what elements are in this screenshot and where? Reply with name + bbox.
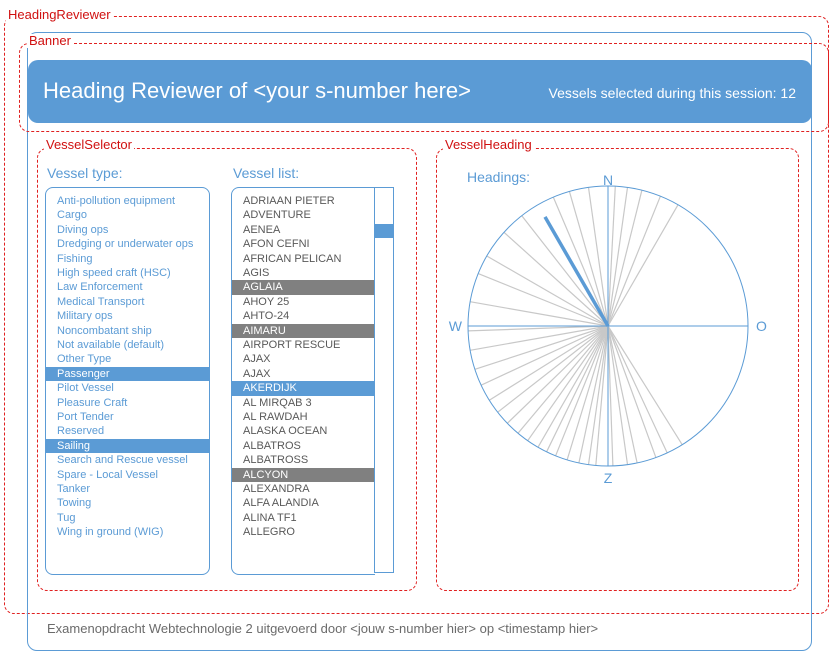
vessel-list-item[interactable]: ALINA TF1 <box>232 511 375 525</box>
vessel-list-item[interactable]: AHTO-24 <box>232 309 375 323</box>
heading-line <box>474 325 609 370</box>
heading-line <box>607 195 661 327</box>
vessel-list-item[interactable]: ALFA ALANDIA <box>232 496 375 510</box>
vessel-list-item[interactable]: AFRICAN PELICAN <box>232 252 375 266</box>
headings-label: Headings: <box>467 169 530 185</box>
vessel-type-option[interactable]: Law Enforcement <box>46 280 209 294</box>
heading-reviewer-region-label: HeadingReviewer <box>6 7 113 22</box>
vessel-type-option[interactable]: Tanker <box>46 482 209 496</box>
compass-east-label: O <box>756 318 767 334</box>
vessel-type-option[interactable]: Other Type <box>46 352 209 366</box>
vessel-type-option[interactable]: Search and Rescue vessel <box>46 453 209 467</box>
vessel-list-item[interactable]: AKERDIJK <box>232 381 375 396</box>
vessel-list-item[interactable]: AHOY 25 <box>232 295 375 309</box>
vessel-list-item[interactable]: AGLAIA <box>232 280 375 295</box>
vessel-type-option[interactable]: Not available (default) <box>46 338 209 352</box>
vessel-list[interactable]: ADRIAAN PIETER ADVENTURE AENEA AFON CEFNI AF… <box>231 187 375 575</box>
vessel-list-item[interactable]: ALASKA OCEAN <box>232 424 375 438</box>
banner: Heading Reviewer of <your s-number here>… <box>28 60 812 123</box>
vessel-list-item[interactable]: ADRIAAN PIETER <box>232 194 375 208</box>
vessel-type-label: Vessel type: <box>47 165 123 181</box>
vessel-list-item[interactable]: AJAX <box>232 367 375 381</box>
vessel-type-option[interactable]: Medical Transport <box>46 295 209 309</box>
active-heading-line <box>543 216 610 327</box>
vessel-list-item[interactable]: AENEA <box>232 223 375 237</box>
vessel-list-item[interactable]: AL RAWDAH <box>232 410 375 424</box>
vessel-type-option[interactable]: Port Tender <box>46 410 209 424</box>
vessel-list-item[interactable]: AIRPORT RESCUE <box>232 338 375 352</box>
vessel-list-item[interactable]: ALLEGRO <box>232 525 375 539</box>
heading-line <box>607 187 629 327</box>
vessel-type-option[interactable]: Spare - Local Vessel <box>46 468 209 482</box>
vessel-list-item[interactable]: AGIS <box>232 266 375 280</box>
vessel-list-item[interactable]: AIMARU <box>232 323 375 338</box>
heading-line <box>607 186 616 327</box>
vessel-type-option[interactable]: Reserved <box>46 424 209 438</box>
heading-line <box>555 325 609 457</box>
vessel-type-option[interactable]: Fishing <box>46 252 209 266</box>
vessel-list-label: Vessel list: <box>233 165 300 181</box>
vessel-list-item[interactable]: ALBATROSS <box>232 453 375 467</box>
heading-line <box>503 231 609 327</box>
vessel-type-option[interactable]: Anti-pollution equipment <box>46 194 209 208</box>
banner-region-label: Banner <box>27 33 73 48</box>
vessel-type-option[interactable]: Diving ops <box>46 223 209 237</box>
vessel-type-option[interactable]: Military ops <box>46 309 209 323</box>
vessel-type-option[interactable]: Dredging or underwater ops <box>46 237 209 251</box>
vessel-list-scrollbar[interactable] <box>374 187 394 573</box>
page-title: Heading Reviewer of <your s-number here> <box>43 78 472 103</box>
heading-line <box>537 325 609 448</box>
vessel-type-option[interactable]: Cargo <box>46 208 209 222</box>
vessel-heading-region-label: VesselHeading <box>443 137 534 152</box>
vessel-list-item[interactable]: ALCYON <box>232 467 375 482</box>
vessel-list-item[interactable]: AL MIRQAB 3 <box>232 396 375 410</box>
vessel-list-item[interactable]: AJAX <box>232 352 375 366</box>
heading-compass: Headings: N O Z W <box>449 169 767 486</box>
vessel-type-option[interactable]: Sailing <box>46 438 209 454</box>
session-count: Vessels selected during this session: 12 <box>548 85 796 101</box>
heading-line <box>568 191 609 327</box>
footer-text: Examenopdracht Webtechnologie 2 uitgevoe… <box>47 621 599 636</box>
vessel-list-item[interactable]: ALEXANDRA <box>232 482 375 496</box>
vessel-type-option[interactable]: Towing <box>46 496 209 510</box>
vessel-list-item[interactable]: ADVENTURE <box>232 208 375 222</box>
vessel-type-option[interactable]: Wing in ground (WIG) <box>46 525 209 539</box>
vessel-type-option[interactable]: Tug <box>46 511 209 525</box>
vessel-type-option[interactable]: Pleasure Craft <box>46 396 209 410</box>
scrollbar-thumb[interactable] <box>375 224 393 238</box>
vessel-list-item[interactable]: AFON CEFNI <box>232 237 375 251</box>
compass-west-label: W <box>449 318 463 334</box>
vessel-type-option[interactable]: Passenger <box>46 366 209 382</box>
heading-line <box>607 204 679 327</box>
vessel-list-item[interactable]: ALBATROS <box>232 439 375 453</box>
vessel-type-list[interactable]: Anti-pollution equipment Cargo Diving ops D… <box>45 187 210 575</box>
heading-line <box>607 190 643 327</box>
vessel-type-option[interactable]: Pilot Vessel <box>46 381 209 395</box>
vessel-type-option[interactable]: Noncombatant ship <box>46 324 209 338</box>
vessel-selector-region-label: VesselSelector <box>44 137 134 152</box>
compass-south-label: Z <box>604 470 613 486</box>
compass-north-label: N <box>603 172 613 188</box>
vessel-type-option[interactable]: High speed craft (HSC) <box>46 266 209 280</box>
